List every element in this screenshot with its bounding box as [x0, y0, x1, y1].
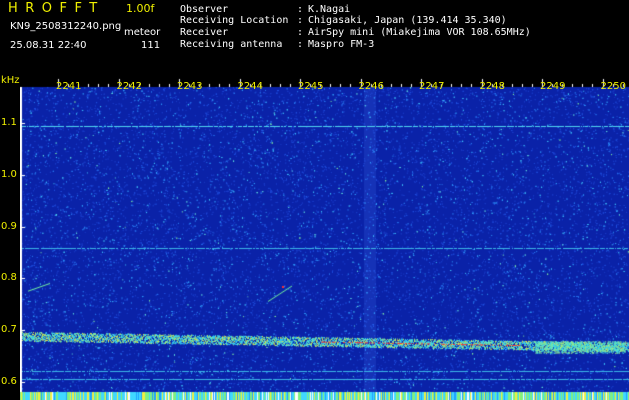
meta-value-observer: K.Nagai [308, 4, 351, 15]
x-tick-label: 2246 [358, 81, 384, 92]
mode-label: meteor [124, 27, 161, 38]
y-axis-unit: kHz [1, 75, 20, 86]
meta-sep: : [297, 39, 304, 50]
meta-label-antenna: Receiving antenna [180, 39, 283, 50]
x-tick-label: 2249 [540, 81, 566, 92]
meta-value-receiver: AirSpy mini (Miakejima VOR 108.65MHz) [308, 27, 531, 38]
x-tick-label: 2242 [116, 81, 142, 92]
app-title: HROFFT [8, 1, 105, 16]
meta-label-receiver: Receiver [180, 27, 229, 38]
meta-value-antenna: Maspro FM-3 [308, 39, 375, 50]
y-tick-label: 0.6 [1, 375, 17, 387]
meta-sep: : [297, 4, 304, 15]
app-version: 1.00f [126, 2, 155, 15]
y-tick-label: 1.0 [1, 168, 17, 180]
y-tick-label: 0.8 [1, 272, 17, 284]
x-tick-label: 2245 [298, 81, 324, 92]
meta-label-observer: Observer [180, 4, 229, 15]
date-time: 25.08.31 22:40 [10, 40, 87, 51]
x-tick-label: 2250 [600, 81, 626, 92]
x-tick-label: 2241 [56, 81, 82, 92]
meta-sep: : [297, 27, 304, 38]
x-tick-label: 2247 [419, 81, 445, 92]
spectrogram-canvas [20, 76, 629, 400]
meta-label-location: Receiving Location [180, 15, 289, 26]
y-tick-label: 0.9 [1, 220, 17, 232]
file-name: KN9_2508312240.png [10, 21, 122, 32]
x-tick-label: 2243 [177, 81, 203, 92]
x-tick-label: 2244 [237, 81, 263, 92]
x-tick-label: 2248 [479, 81, 505, 92]
meta-value-location: Chigasaki, Japan (139.414 35.340) [308, 15, 507, 26]
y-tick-label: 0.7 [1, 323, 17, 335]
count-value: 111 [141, 40, 161, 51]
meta-sep: : [297, 15, 304, 26]
y-tick-label: 1.1 [1, 117, 17, 129]
